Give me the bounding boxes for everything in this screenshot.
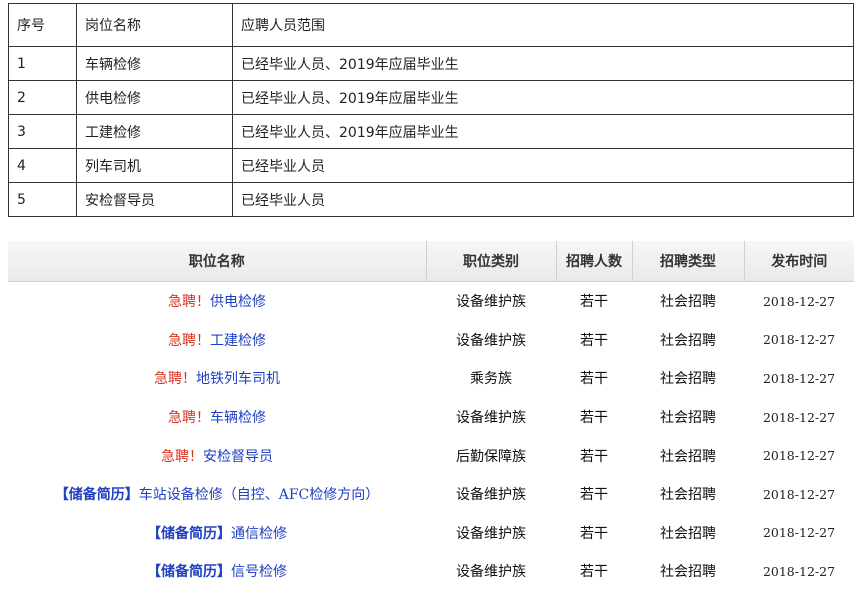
publish-date: 2018-12-27 [762,525,836,541]
table-row: 急聘！安检督导员 后勤保障族 若干 社会招聘 2018-12-27 [8,436,854,475]
header-seq: 序号 [8,3,77,47]
job-title: 信号检修 [231,564,287,581]
job-title: 车辆检修 [210,410,266,427]
table-row: 1 车辆检修 已经毕业人员、2019年应届毕业生 [8,46,854,81]
job-category: 设备维护族 [456,294,526,311]
job-title-link[interactable]: 急聘！车辆检修 [8,398,426,437]
job-category: 设备维护族 [456,487,526,504]
row-seq: 1 [8,46,77,81]
publish-date: 2018-12-27 [762,370,836,386]
urgent-tag: 急聘！ [168,410,210,427]
job-title: 安检督导员 [203,448,273,465]
row-position-name: 安检督导员 [76,182,233,217]
job-title: 地铁列车司机 [196,371,280,388]
hire-type: 社会招聘 [660,564,716,581]
table-row: 【储备简历】通信检修 设备维护族 若干 社会招聘 2018-12-27 [8,514,854,553]
job-category: 设备维护族 [456,410,526,427]
table-row: 急聘！供电检修 设备维护族 若干 社会招聘 2018-12-27 [8,282,854,321]
hire-count: 若干 [580,294,608,311]
hire-count: 若干 [580,448,608,465]
reserve-tag: 【储备简历】 [147,564,231,581]
header-job-title: 职位名称 [8,241,427,282]
publish-date: 2018-12-27 [762,563,836,579]
row-seq: 3 [8,114,77,149]
publish-date: 2018-12-27 [762,486,836,502]
job-title-link[interactable]: 急聘！地铁列车司机 [8,359,426,398]
eligibility-table: 序号 岗位名称 应聘人员范围 1 车辆检修 已经毕业人员、2019年应届毕业生 … [8,3,854,217]
urgent-tag: 急聘！ [154,371,196,388]
hire-count: 若干 [580,410,608,427]
table-row: 急聘！工建检修 设备维护族 若干 社会招聘 2018-12-27 [8,321,854,360]
row-seq: 5 [8,182,77,217]
job-title: 工建检修 [210,332,266,349]
header-publish-date: 发布时间 [744,241,854,282]
row-position-name: 车辆检修 [76,46,233,81]
row-position-name: 列车司机 [76,148,233,183]
table-row: 【储备简历】信号检修 设备维护族 若干 社会招聘 2018-12-27 [8,552,854,591]
hire-type: 社会招聘 [660,332,716,349]
hire-count: 若干 [580,525,608,542]
table-row: 5 安检督导员 已经毕业人员 [8,182,854,217]
hire-type: 社会招聘 [660,371,716,388]
hire-type: 社会招聘 [660,448,716,465]
job-category: 设备维护族 [456,564,526,581]
urgent-tag: 急聘！ [161,448,203,465]
hire-type: 社会招聘 [660,294,716,311]
urgent-tag: 急聘！ [168,294,210,311]
job-title-link[interactable]: 急聘！工建检修 [8,321,426,360]
job-title-link[interactable]: 【储备简历】通信检修 [8,514,426,553]
row-applicant-scope: 已经毕业人员、2019年应届毕业生 [232,80,854,115]
row-position-name: 工建检修 [76,114,233,149]
row-position-name: 供电检修 [76,80,233,115]
job-category: 后勤保障族 [456,448,526,465]
table-row: 急聘！车辆检修 设备维护族 若干 社会招聘 2018-12-27 [8,398,854,437]
reserve-tag: 【储备简历】 [147,525,231,542]
urgent-tag: 急聘！ [168,332,210,349]
job-title: 通信检修 [231,525,287,542]
header-hire-type: 招聘类型 [632,241,745,282]
header-position-name: 岗位名称 [76,3,233,47]
job-title: 车站设备检修（自控、AFC检修方向） [138,487,380,504]
job-title: 供电检修 [210,294,266,311]
publish-date: 2018-12-27 [762,293,836,309]
header-applicant-scope: 应聘人员范围 [232,3,854,47]
table-row: 2 供电检修 已经毕业人员、2019年应届毕业生 [8,80,854,115]
publish-date: 2018-12-27 [762,409,836,425]
row-applicant-scope: 已经毕业人员 [232,182,854,217]
table-row: 4 列车司机 已经毕业人员 [8,148,854,183]
table-row: 急聘！地铁列车司机 乘务族 若干 社会招聘 2018-12-27 [8,359,854,398]
job-category: 设备维护族 [456,525,526,542]
job-title-link[interactable]: 急聘！供电检修 [8,282,426,321]
publish-date: 2018-12-27 [762,448,836,464]
row-applicant-scope: 已经毕业人员 [232,148,854,183]
hire-type: 社会招聘 [660,410,716,427]
row-seq: 4 [8,148,77,183]
job-title-link[interactable]: 急聘！安检督导员 [8,436,426,475]
job-title-link[interactable]: 【储备简历】车站设备检修（自控、AFC检修方向） [8,475,426,514]
job-category: 设备维护族 [456,332,526,349]
row-applicant-scope: 已经毕业人员、2019年应届毕业生 [232,114,854,149]
job-category: 乘务族 [470,371,512,388]
table-row: 【储备简历】车站设备检修（自控、AFC检修方向） 设备维护族 若干 社会招聘 2… [8,475,854,514]
job-listing-header-row: 职位名称 职位类别 招聘人数 招聘类型 发布时间 [8,241,854,282]
eligibility-header-row: 序号 岗位名称 应聘人员范围 [8,3,854,47]
hire-type: 社会招聘 [660,525,716,542]
job-listing-table: 职位名称 职位类别 招聘人数 招聘类型 发布时间 急聘！供电检修 设备维护族 若… [8,241,854,591]
hire-count: 若干 [580,564,608,581]
hire-type: 社会招聘 [660,487,716,504]
header-job-category: 职位类别 [426,241,557,282]
hire-count: 若干 [580,487,608,504]
reserve-tag: 【储备简历】 [54,487,139,504]
publish-date: 2018-12-27 [762,332,836,348]
row-seq: 2 [8,80,77,115]
hire-count: 若干 [580,332,608,349]
job-title-link[interactable]: 【储备简历】信号检修 [8,552,426,591]
row-applicant-scope: 已经毕业人员、2019年应届毕业生 [232,46,854,81]
table-row: 3 工建检修 已经毕业人员、2019年应届毕业生 [8,114,854,149]
header-hire-count: 招聘人数 [556,241,633,282]
hire-count: 若干 [580,371,608,388]
